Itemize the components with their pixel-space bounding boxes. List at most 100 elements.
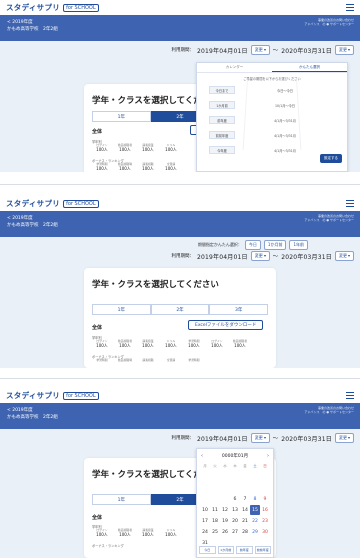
breadcrumb-year[interactable]: < 2019年度 <box>7 407 353 414</box>
hamburger-menu-icon[interactable] <box>346 392 354 399</box>
calendar-day[interactable]: 29 <box>250 527 260 537</box>
calendar-day[interactable]: 20 <box>230 516 240 526</box>
header-info-line[interactable]: アドバンス の ● サポートセンター <box>304 410 354 414</box>
change-label: 変更 <box>254 253 263 258</box>
tab-grade-1[interactable]: 1年 <box>92 111 151 122</box>
calendar-day[interactable]: 13 <box>230 505 240 515</box>
calendar-day[interactable]: 25 <box>210 527 220 537</box>
class-select-card: 学年・クラスを選択してください 1年 2年 3年 全体 Excelファイルをダウ… <box>84 268 276 368</box>
chevron-left-icon[interactable]: ‹ <box>201 453 203 459</box>
quick-option-label: 今日まで <box>209 86 235 94</box>
calendar-day[interactable]: 16 <box>260 505 270 515</box>
calendar-quick-today[interactable]: 今日 <box>199 545 216 554</box>
calendar-day[interactable]: 17 <box>200 516 210 526</box>
tab-grade-1[interactable]: 1年 <box>92 304 151 315</box>
logo[interactable]: スタディサプリ for SCHOOL <box>6 198 99 209</box>
card-title: 学年・クラスを選択してください <box>92 280 219 290</box>
quick-option[interactable]: 前年度 4/1月〜3/31月 <box>209 116 335 124</box>
stat-value: 100人 <box>119 147 131 153</box>
quick-option-label: 前年度 <box>209 116 235 124</box>
period-sep: 〜 <box>272 254 279 260</box>
calendar-header: ‹ 0000年01月 › <box>197 449 273 461</box>
quick-option[interactable]: 1か月前 10/1月〜今日 <box>209 101 335 109</box>
calendar-day[interactable]: 11 <box>210 505 220 515</box>
tab-grade-3[interactable]: 3年 <box>209 304 269 315</box>
stat-value: 100人 <box>96 343 108 349</box>
stat-row: ログイン 100人 動画視聴者 100人 講義授業 100人 ドリル 100人 学習時間… <box>92 339 250 349</box>
calendar-day[interactable]: 8 <box>250 494 260 504</box>
change-start-button[interactable]: 変更 <box>250 433 270 443</box>
calendar-day[interactable]: 7 <box>240 494 250 504</box>
calendar-day[interactable]: 28 <box>240 527 250 537</box>
change-end-button[interactable]: 変更 <box>335 433 354 443</box>
breadcrumb-year[interactable]: < 2019年度 <box>7 19 353 26</box>
tab-grade-1[interactable]: 1年 <box>92 494 151 505</box>
section-label: 全体 <box>92 325 103 331</box>
calendar-day[interactable]: 26 <box>220 527 230 537</box>
hamburger-menu-icon[interactable] <box>346 4 354 11</box>
calendar-day[interactable]: 15 <box>250 505 260 515</box>
calendar-day[interactable]: 14 <box>240 505 250 515</box>
apply-button[interactable]: 設定する <box>320 154 342 163</box>
calendar-day[interactable]: 30 <box>260 527 270 537</box>
logo[interactable]: スタディサプリ for SCHOOL <box>6 2 99 13</box>
stat-item: ドリル 100人 <box>161 143 181 153</box>
stat-value: 100人 <box>188 343 200 349</box>
stat-row: ログイン 100人 動画視聴者 100人 講義授業 100人 ドリル 100人 <box>92 528 181 538</box>
weekday-label: 木 <box>233 463 237 468</box>
change-start-button[interactable]: 変更 <box>250 251 270 261</box>
calendar-day[interactable]: 23 <box>260 516 270 526</box>
header-info-line[interactable]: アドバンス の ● サポートセンター <box>304 218 354 222</box>
period-line: 利用期間： 2019年04月01日 変更 〜 2020年03月31日 変更 <box>171 433 354 443</box>
change-start-button[interactable]: 変更 <box>250 45 270 55</box>
stat-caption: 学習時間 <box>188 358 200 362</box>
calendar-day[interactable]: 12 <box>220 505 230 515</box>
stat-value: 100人 <box>96 532 108 538</box>
calendar-day[interactable]: 10 <box>200 505 210 515</box>
weekday-label: 日 <box>263 463 267 468</box>
calendar-day[interactable]: 21 <box>240 516 250 526</box>
calendar-empty-cell <box>260 483 270 493</box>
calendar-day[interactable]: 6 <box>230 494 240 504</box>
weekday-label: 土 <box>253 463 257 468</box>
change-end-button[interactable]: 変更 <box>335 251 354 261</box>
stat-item: 動画視聴時 <box>115 358 135 362</box>
logo-text: スタディサプリ <box>6 391 61 400</box>
tab-quick-select[interactable]: かんたん選択 <box>272 63 347 72</box>
weekday-label: 月 <box>203 463 207 468</box>
tab-grade-2[interactable]: 2年 <box>150 304 210 315</box>
hamburger-menu-icon[interactable] <box>346 200 354 207</box>
logo[interactable]: スタディサプリ for SCHOOL <box>6 390 99 401</box>
stat-item: 全受講 100人 <box>161 162 181 171</box>
weekday-label: 火 <box>213 463 217 468</box>
calendar-day[interactable]: 9 <box>260 494 270 504</box>
tab-calendar[interactable]: カレンダー <box>197 63 272 72</box>
calendar-day[interactable]: 27 <box>230 527 240 537</box>
breadcrumb-year[interactable]: < 2019年度 <box>7 215 353 222</box>
change-end-button[interactable]: 変更 <box>335 45 354 55</box>
excel-download-button[interactable]: Excelファイルをダウンロード <box>188 320 264 330</box>
calendar-day[interactable]: 18 <box>210 516 220 526</box>
quick-option[interactable]: 今年度 4/1月〜3/31月 <box>209 146 335 154</box>
chevron-right-icon[interactable]: › <box>267 453 269 459</box>
calendar-day[interactable]: 22 <box>250 516 260 526</box>
chevron-down-icon <box>263 437 266 439</box>
stat-value: 100人 <box>211 343 223 349</box>
calendar-quick-prev-prev-year[interactable]: 前前年度 <box>254 545 271 554</box>
calendar-empty-cell <box>250 483 260 493</box>
quick-option[interactable]: 前前年度 4/1月〜3/31月 <box>209 131 335 139</box>
quick-option[interactable]: 今日まで 今日〜今日 <box>209 86 335 94</box>
calendar-day[interactable]: 19 <box>220 516 230 526</box>
calendar-empty-cell <box>220 483 230 493</box>
calendar-day[interactable]: 24 <box>200 527 210 537</box>
header-info-line[interactable]: アドバンス の ● サポートセンター <box>304 22 354 26</box>
chevron-down-icon <box>263 255 266 257</box>
period-label: 利用期間： <box>171 48 194 53</box>
period-bar: 利用期間： 2019年04月01日 変更 〜 2020年03月31日 変更 <box>0 429 360 449</box>
period-quick-select-popup: カレンダー かんたん選択 ご希望の期間を以下からお選びください 今日まで 今日〜今… <box>196 62 348 172</box>
quick-option-range: 4/1月〜3/31月 <box>274 133 296 138</box>
stat-value: 100人 <box>165 147 177 153</box>
breadcrumb: < 2019年度 かもめ高等学校 2年2組 事業の改善のお問い合わせ アドバンス… <box>0 15 360 41</box>
calendar-quick-prev-year[interactable]: 前年度 <box>236 545 253 554</box>
calendar-quick-1month[interactable]: 1か月前 <box>217 545 234 554</box>
